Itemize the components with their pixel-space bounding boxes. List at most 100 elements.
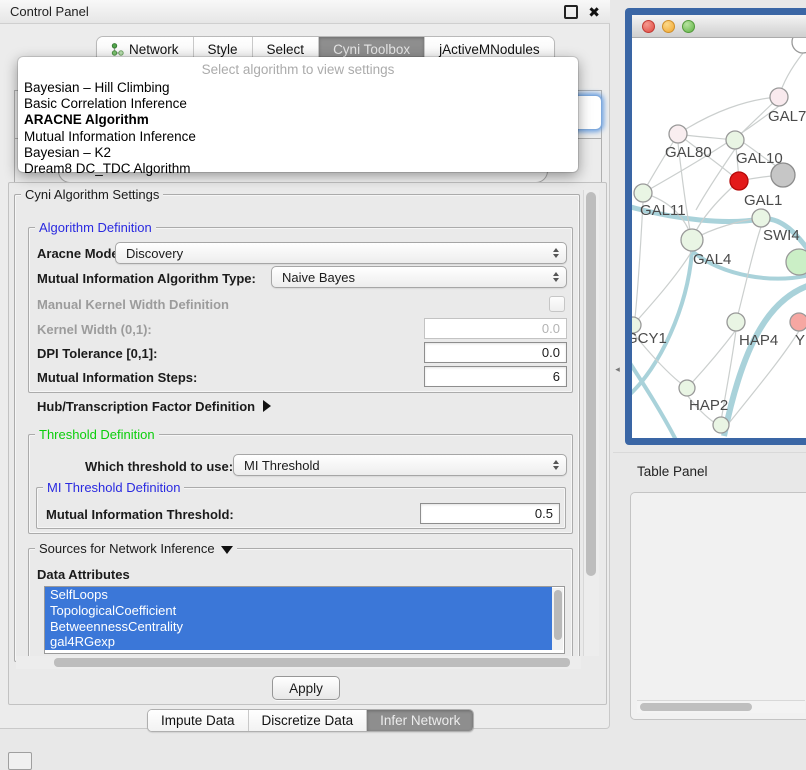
- label-gal11: GAL11: [640, 202, 686, 219]
- cyni-algorithm-settings-title: Cyni Algorithm Settings: [21, 187, 163, 202]
- zoom-traffic-light-icon[interactable]: [682, 20, 695, 33]
- list-item-gal4rgexp[interactable]: gal4RGexp: [45, 634, 552, 650]
- list-item-selfloops[interactable]: SelfLoops: [45, 587, 552, 603]
- network-canvas[interactable]: GAL7 GAL80 GAL10 GAL1 GAL11 SWI4 GAL4 GC…: [632, 38, 806, 438]
- data-attributes-list: SelfLoops TopologicalCoefficient Between…: [44, 586, 565, 654]
- algorithm-dropdown-popup: Select algorithm to view settings Bayesi…: [18, 57, 578, 172]
- label-gal10: GAL10: [736, 150, 783, 167]
- algorithm-option-mutual-information[interactable]: Mutual Information Inference: [18, 129, 578, 145]
- node-gal11[interactable]: [634, 184, 652, 202]
- dpi-tolerance-label: DPI Tolerance [0,1]:: [37, 346, 157, 361]
- algorithm-option-dream8[interactable]: Dream8 DC_TDC Algorithm: [18, 161, 578, 177]
- node-green-bright[interactable]: [786, 249, 806, 275]
- network-window-titlebar[interactable]: [632, 15, 806, 38]
- aracne-mode-combobox[interactable]: Discovery: [115, 242, 567, 264]
- dpi-tolerance-value: 0.0: [542, 345, 560, 360]
- label-swi4: SWI4: [763, 227, 800, 244]
- aracne-mode-label: Aracne Mode:: [37, 246, 123, 261]
- node-swi4[interactable]: [752, 209, 770, 227]
- minimized-panel-icon[interactable]: [8, 752, 32, 770]
- which-threshold-label: Which threshold to use:: [85, 459, 233, 474]
- settings-vertical-thumb[interactable]: [586, 192, 596, 576]
- label-gal4: GAL4: [693, 251, 731, 268]
- node-hap2[interactable]: [679, 380, 695, 396]
- mi-steps-field[interactable]: 6: [424, 366, 567, 387]
- algorithm-option-basic-correlation[interactable]: Basic Correlation Inference: [18, 96, 578, 112]
- which-threshold-combobox[interactable]: MI Threshold: [233, 454, 567, 476]
- label-gal80: GAL80: [665, 144, 712, 161]
- tab-network-label: Network: [129, 42, 179, 57]
- hub-definition-toggle[interactable]: Hub/Transcription Factor Definition: [37, 399, 271, 414]
- mi-threshold-field[interactable]: 0.5: [420, 503, 560, 524]
- panel-splitter-grip[interactable]: ◂: [613, 364, 622, 375]
- list-vertical-scrollbar[interactable]: [552, 588, 563, 650]
- close-traffic-light-icon[interactable]: [642, 20, 655, 33]
- list-item-betweennesscentrality[interactable]: BetweennessCentrality: [45, 619, 552, 635]
- mi-threshold-label: Mutual Information Threshold:: [46, 507, 234, 522]
- mi-algorithm-type-label: Mutual Information Algorithm Type:: [37, 271, 256, 286]
- manual-kernel-width-checkbox[interactable]: [549, 296, 565, 312]
- settings-horizontal-thumb[interactable]: [54, 658, 570, 667]
- mi-algorithm-type-value: Naive Bayes: [282, 270, 355, 285]
- data-attributes-label: Data Attributes: [37, 567, 130, 582]
- mi-threshold-value: 0.5: [535, 506, 553, 521]
- node-bottom-partial[interactable]: [713, 417, 729, 433]
- minimize-traffic-light-icon[interactable]: [662, 20, 675, 33]
- mi-algorithm-type-combobox[interactable]: Naive Bayes: [271, 266, 567, 288]
- threshold-definition-title: Threshold Definition: [35, 427, 159, 442]
- node-gal4[interactable]: [681, 229, 703, 251]
- combo-stepper-icon: [553, 272, 559, 282]
- settings-horizontal-scrollbar[interactable]: [16, 656, 581, 669]
- list-scrollbar-thumb[interactable]: [554, 590, 562, 640]
- label-y-partial: Y: [795, 332, 805, 349]
- apply-button[interactable]: Apply: [272, 676, 340, 700]
- label-gal7: GAL7: [768, 108, 806, 125]
- combo-stepper-icon: [553, 248, 559, 258]
- close-icon[interactable]: ✖: [588, 5, 600, 19]
- collapsed-arrow-icon: [263, 400, 271, 412]
- list-item-topologicalcoefficient[interactable]: TopologicalCoefficient: [45, 603, 552, 619]
- manual-kernel-width-label: Manual Kernel Width Definition: [37, 297, 229, 312]
- table-horizontal-thumb[interactable]: [640, 703, 752, 711]
- node-gal10[interactable]: [726, 131, 744, 149]
- hub-definition-label: Hub/Transcription Factor Definition: [37, 399, 255, 414]
- network-tab-icon: [111, 43, 124, 56]
- application-root: Control Panel ✖ Network Style Select Cyn…: [0, 0, 806, 762]
- algorithm-option-bayesian-hill-climbing[interactable]: Bayesian – Hill Climbing: [18, 80, 578, 96]
- float-window-icon[interactable]: [564, 5, 578, 19]
- node-partial-top[interactable]: [792, 38, 806, 53]
- tab-discretize-data[interactable]: Discretize Data: [249, 710, 368, 731]
- network-node-labels: GAL7 GAL80 GAL10 GAL1 GAL11 SWI4 GAL4 GC…: [632, 108, 806, 414]
- node-gal80[interactable]: [669, 125, 687, 143]
- label-gal1: GAL1: [744, 192, 782, 209]
- mi-threshold-definition-title: MI Threshold Definition: [43, 480, 184, 495]
- combo-stepper-icon: [553, 460, 559, 470]
- control-panel-titlebar: Control Panel ✖: [0, 0, 610, 24]
- label-hap4: HAP4: [739, 332, 778, 349]
- algorithm-option-bayesian-k2[interactable]: Bayesian – K2: [18, 145, 578, 161]
- apply-button-label: Apply: [289, 681, 323, 696]
- algorithm-option-aracne[interactable]: ARACNE Algorithm: [18, 112, 578, 128]
- mi-steps-label: Mutual Information Steps:: [37, 370, 197, 385]
- tab-infer-network[interactable]: Infer Network: [367, 710, 473, 731]
- cyni-mode-tabbar: Impute Data Discretize Data Infer Networ…: [147, 709, 474, 732]
- node-gal7[interactable]: [770, 88, 788, 106]
- aracne-mode-value: Discovery: [126, 246, 183, 261]
- table-panel-window: [630, 492, 806, 720]
- expanded-arrow-icon: [221, 546, 233, 554]
- node-gal1-selected[interactable]: [730, 172, 748, 190]
- table-panel-title: Table Panel: [637, 464, 708, 479]
- tab-impute-data[interactable]: Impute Data: [148, 710, 249, 731]
- sources-title[interactable]: Sources for Network Inference: [35, 541, 237, 556]
- settings-vertical-scrollbar[interactable]: [583, 190, 599, 656]
- node-salmon[interactable]: [790, 313, 806, 331]
- dropdown-placeholder: Select algorithm to view settings: [18, 62, 578, 80]
- mi-steps-value: 6: [553, 369, 560, 384]
- dpi-tolerance-field[interactable]: 0.0: [424, 342, 567, 363]
- table-horizontal-scrollbar[interactable]: [637, 700, 805, 713]
- node-hap4[interactable]: [727, 313, 745, 331]
- label-hap2: HAP2: [689, 397, 728, 414]
- panel-title: Control Panel: [10, 4, 89, 19]
- titlebar-controls: ✖: [564, 5, 600, 19]
- kernel-width-field[interactable]: 0.0: [424, 318, 567, 339]
